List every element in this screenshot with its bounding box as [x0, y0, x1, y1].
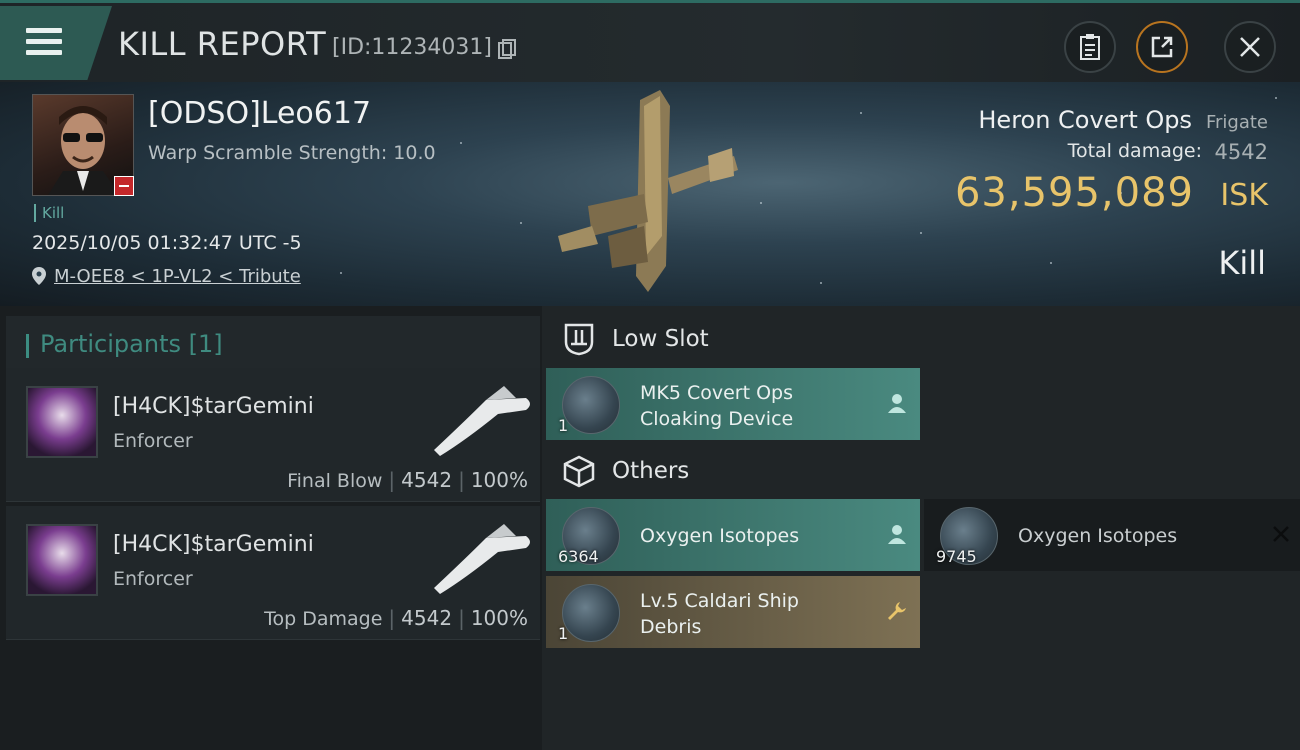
participants-count: [1] — [188, 330, 223, 358]
person-icon — [888, 394, 906, 413]
menu-icon — [26, 28, 62, 61]
share-button[interactable] — [1136, 21, 1188, 73]
participant-name: [H4CK]$tarGemini — [113, 532, 314, 557]
item-ship-debris[interactable]: 1 Lv.5 Caldari Ship Debris — [546, 576, 920, 648]
item-cloaking-device[interactable]: 1 MK5 Covert Ops Cloaking Device — [546, 368, 920, 440]
participants-panel: Participants [1] [H4CK]$tarGemini Enforc… — [0, 306, 542, 750]
participant-card[interactable]: [H4CK]$tarGemini Enforcer Final Blow | 454… — [6, 368, 540, 502]
item-thumbnail — [562, 584, 620, 642]
participants-title: Participants — [40, 330, 181, 358]
item-quantity: 1 — [558, 624, 569, 643]
participants-header[interactable]: Participants [1] — [6, 316, 540, 370]
warp-scramble-strength: Warp Scramble Strength: 10.0 — [148, 142, 436, 164]
share-icon — [1151, 36, 1173, 58]
clipboard-button[interactable] — [1064, 21, 1116, 73]
item-oxygen-isotopes-destroyed[interactable]: 9745 Oxygen Isotopes — [924, 499, 1300, 571]
participant-stats: Final Blow | 4542 | 100% — [287, 468, 528, 492]
item-quantity: 1 — [558, 416, 569, 435]
participant-avatar[interactable] — [26, 524, 98, 596]
menu-button[interactable] — [0, 6, 112, 80]
location-pin-icon — [32, 267, 46, 285]
low-slot-icon — [564, 323, 594, 356]
participant-ship-icon — [434, 524, 530, 594]
participant-damage: 4542 — [401, 468, 453, 492]
person-icon — [888, 525, 906, 544]
close-button[interactable] — [1224, 21, 1276, 73]
participant-percent: 100% — [470, 606, 528, 630]
participant-stats: Top Damage | 4542 | 100% — [264, 606, 528, 630]
kill-result: Kill — [1218, 244, 1266, 282]
victim-summary: [ODSO]Leo617 Warp Scramble Strength: 10.… — [0, 82, 1300, 306]
hostile-badge — [114, 176, 134, 196]
item-quantity: 9745 — [936, 547, 977, 566]
participant-name: [H4CK]$tarGemini — [113, 394, 314, 419]
item-quantity: 6364 — [558, 547, 599, 566]
item-name: MK5 Covert Ops Cloaking Device — [640, 382, 794, 430]
wrench-icon — [888, 602, 906, 620]
participant-damage: 4542 — [401, 606, 453, 630]
victim-name[interactable]: [ODSO]Leo617 — [148, 96, 371, 131]
item-name: Lv.5 Caldari Ship Debris — [640, 590, 799, 638]
kill-tag: Kill — [34, 204, 64, 222]
victim-ship-class: Frigate — [1205, 112, 1268, 133]
participant-card[interactable]: [H4CK]$tarGemini Enforcer Top Damage | 454… — [6, 506, 540, 640]
item-name: Oxygen Isotopes — [1018, 525, 1178, 547]
item-thumbnail — [562, 376, 620, 434]
report-id: [ID:11234031] — [332, 35, 492, 60]
top-damage-label: Top Damage — [264, 608, 383, 630]
page-title: KILL REPORT — [118, 25, 327, 63]
victim-ship-image — [558, 90, 738, 292]
items-panel: Low Slot 1 MK5 Covert Ops Cloaking Devic… — [542, 306, 1300, 750]
isk-value: 63,595,089 — [954, 170, 1194, 216]
item-name: Oxygen Isotopes — [640, 525, 800, 547]
victim-ship-name: Heron Covert Ops — [978, 106, 1192, 134]
total-damage-value: 4542 — [1214, 140, 1268, 164]
participant-ship-icon — [434, 386, 530, 456]
close-icon — [1240, 37, 1260, 57]
participant-percent: 100% — [470, 468, 528, 492]
copy-icon[interactable] — [498, 39, 516, 59]
total-damage-label: Total damage: — [1067, 140, 1202, 162]
participant-avatar[interactable] — [26, 386, 98, 458]
kill-location-link[interactable]: M-OEE8 < 1P-VL2 < Tribute — [54, 266, 301, 287]
top-bar: KILL REPORT [ID:11234031] — [0, 0, 1300, 82]
low-slot-title: Low Slot — [612, 326, 709, 352]
isk-unit: ISK — [1220, 178, 1268, 213]
clipboard-icon — [1080, 34, 1100, 60]
participant-role: Enforcer — [113, 430, 193, 452]
kill-datetime: 2025/10/05 01:32:47 UTC -5 — [32, 232, 302, 254]
participant-role: Enforcer — [113, 568, 193, 590]
destroyed-x-icon — [1273, 526, 1289, 542]
item-oxygen-isotopes-dropped[interactable]: 6364 Oxygen Isotopes — [546, 499, 920, 571]
others-title: Others — [612, 458, 690, 484]
final-blow-label: Final Blow — [287, 470, 383, 492]
others-icon — [563, 455, 595, 488]
